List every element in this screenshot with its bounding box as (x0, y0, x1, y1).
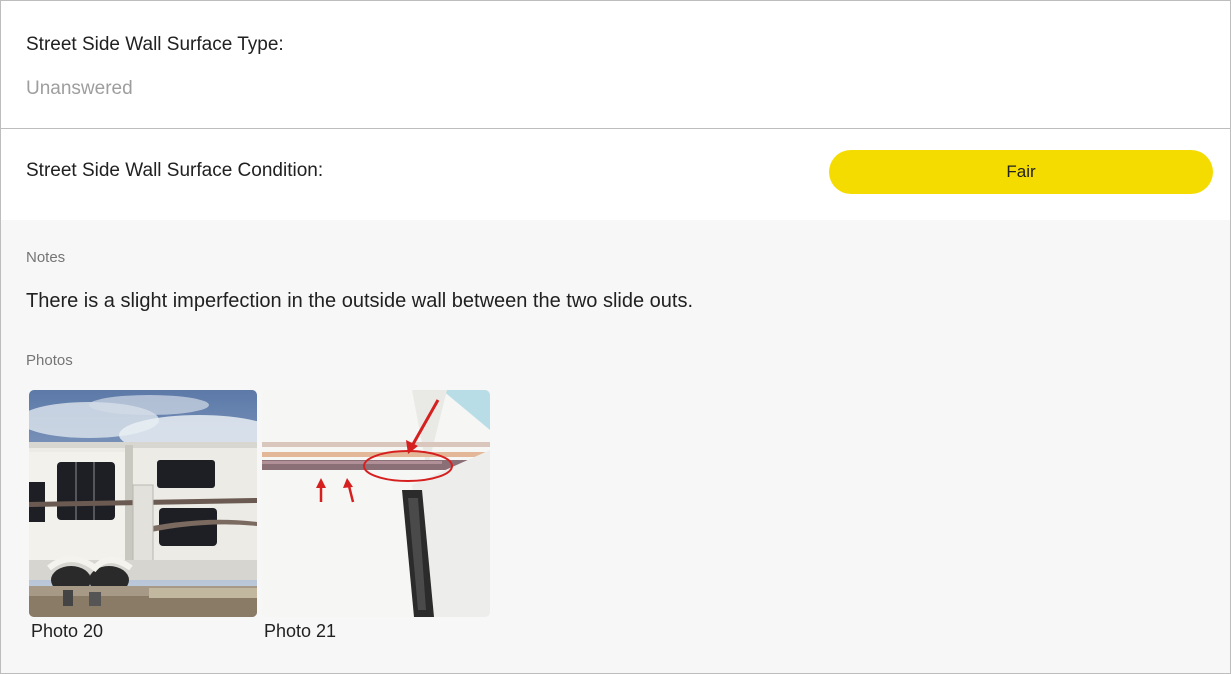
wall-type-title: Street Side Wall Surface Type: (26, 34, 284, 55)
notes-text: There is a slight imperfection in the ou… (26, 290, 694, 312)
photos-label: Photos (26, 352, 73, 369)
details-panel: Notes There is a slight imperfection in … (1, 220, 1230, 674)
wall-closeup-photo-image (262, 390, 490, 617)
photo-caption-21: Photo 21 (264, 621, 337, 641)
wall-condition-title: Street Side Wall Surface Condition: (26, 160, 324, 181)
photo-thumbnail-20[interactable] (29, 390, 257, 617)
inspection-card: Street Side Wall Surface Type: Unanswere… (0, 0, 1231, 674)
wall-condition-section: Street Side Wall Surface Condition: Fair (1, 129, 1230, 220)
photo-thumbnail-21[interactable] (262, 390, 490, 617)
photo-caption-20: Photo 20 (31, 621, 104, 641)
trailer-photo-image (29, 390, 257, 617)
notes-label: Notes (26, 249, 66, 266)
condition-rating-button[interactable]: Fair (829, 150, 1213, 194)
wall-type-answer: Unanswered (26, 78, 133, 99)
wall-type-section: Street Side Wall Surface Type: Unanswere… (1, 1, 1230, 129)
